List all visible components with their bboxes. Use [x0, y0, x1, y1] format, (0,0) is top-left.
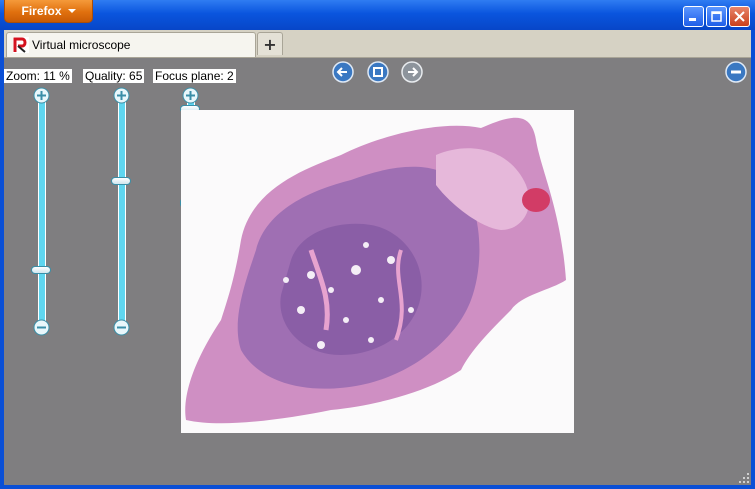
close-icon	[734, 11, 745, 22]
tab-strip: Virtual microscope +	[4, 30, 751, 58]
quality-label: Quality: 65	[83, 69, 145, 83]
new-tab-button[interactable]: +	[257, 32, 283, 55]
tab-label: Virtual microscope	[32, 38, 131, 52]
firefox-menu-label: Firefox	[21, 4, 62, 18]
home-square-icon	[367, 61, 389, 83]
quality-slider-track[interactable]	[118, 101, 126, 323]
menu-toggle-button[interactable]	[725, 61, 747, 83]
next-button[interactable]	[401, 61, 423, 83]
home-button[interactable]	[367, 61, 389, 83]
focus-plane-label: Focus plane: 2	[153, 69, 236, 83]
minimize-button[interactable]	[683, 6, 704, 27]
dropdown-caret-icon	[67, 9, 76, 13]
previous-button[interactable]	[332, 61, 354, 83]
tissue-slide-image[interactable]	[181, 110, 574, 433]
browser-window: Firefox Virtual microscope + Zoom: 11 % …	[0, 0, 755, 489]
minimize-icon	[689, 18, 696, 21]
close-button[interactable]	[729, 6, 750, 27]
focus-up-icon[interactable]	[182, 87, 199, 104]
quality-decrease-icon[interactable]	[113, 319, 130, 336]
maximize-icon	[711, 11, 722, 22]
zoom-slider-thumb[interactable]	[31, 265, 51, 274]
quality-slider-thumb[interactable]	[111, 177, 131, 186]
resize-grip-icon[interactable]	[739, 473, 749, 483]
title-bar: Firefox	[0, 0, 755, 30]
zoom-slider[interactable]	[31, 87, 51, 337]
zoom-out-icon[interactable]	[33, 319, 50, 336]
zoom-label: Zoom: 11 %	[4, 69, 72, 83]
firefox-menu-button[interactable]: Firefox	[4, 0, 93, 23]
viewer-canvas[interactable]: Zoom: 11 % Quality: 65 Focus plane: 2	[4, 58, 751, 485]
zoom-in-icon[interactable]	[33, 87, 50, 104]
quality-slider[interactable]	[111, 87, 131, 337]
zoom-slider-track[interactable]	[38, 101, 46, 323]
site-favicon-icon	[13, 37, 29, 53]
tab-virtual-microscope[interactable]: Virtual microscope	[6, 32, 256, 57]
maximize-button[interactable]	[706, 6, 727, 27]
quality-increase-icon[interactable]	[113, 87, 130, 104]
